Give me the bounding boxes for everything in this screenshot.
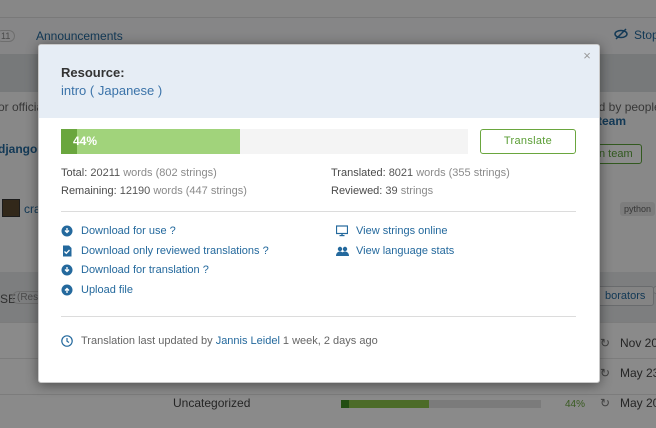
stat-reviewed: Reviewed: 39 strings [331,185,433,197]
stat-remaining-words: 12190 [119,185,151,197]
download-circle-icon [61,264,73,276]
stat-reviewed-strings: 39 [385,185,398,197]
document-check-icon [61,245,73,257]
last-updated-footer: Translation last updated by Jannis Leide… [61,335,378,347]
open-paren: ( [89,83,95,98]
resource-label: Resource: [61,65,125,80]
view-language-stats-label: View language stats [356,245,455,257]
stat-reviewed-label: Reviewed: [331,185,383,197]
progress-percent: 44% [73,134,98,148]
stat-remaining-words-unit: words [153,185,183,197]
upload-circle-icon [61,284,73,296]
stat-translated-label: Translated: [331,167,386,179]
language-link[interactable]: Japanese [98,83,154,98]
users-icon [336,245,349,257]
view-strings-online-label: View strings online [356,225,448,237]
resource-modal: × Resource: intro ( Japanese ) 44% Trans… [38,44,600,383]
close-icon[interactable]: × [581,49,593,62]
stat-translated-strings: (355 strings) [448,167,510,179]
download-reviewed-link[interactable]: Download only reviewed translations ? [61,245,269,257]
download-for-translation-link[interactable]: Download for translation ? [61,264,209,276]
stat-remaining: Remaining: 12190 words (447 strings) [61,185,247,197]
stat-translated-words: 8021 [388,167,414,179]
translate-button[interactable]: Translate [480,129,576,154]
divider [61,316,576,317]
monitor-icon [335,225,349,237]
last-updated-user-link[interactable]: Jannis Leidel [216,335,280,347]
stat-total-words: 20211 [90,167,121,179]
stat-reviewed-strings-unit: strings [400,185,434,197]
download-reviewed-label: Download only reviewed translations [81,245,260,257]
view-language-stats-link[interactable]: View language stats [336,245,454,257]
resource-subtitle: intro ( Japanese ) [61,83,162,98]
modal-header: × Resource: intro ( Japanese ) [39,45,599,118]
download-circle-icon [61,225,73,237]
divider [61,211,576,212]
stat-translated-words-unit: words [416,167,446,179]
close-paren: ) [157,83,163,98]
download-for-use-link[interactable]: Download for use ? [61,225,176,237]
stat-total-words-unit: words [123,167,153,179]
stat-total: Total: 20211 words (802 strings) [61,167,217,179]
stat-translated: Translated: 8021 words (355 strings) [331,167,510,179]
last-updated-prefix: Translation last updated by [81,335,213,347]
download-for-translation-label: Download for translation [81,264,200,276]
stat-total-label: Total: [61,167,88,179]
view-strings-online-link[interactable]: View strings online [335,225,448,237]
upload-file-label: Upload file [81,284,133,296]
help-mark[interactable]: ? [203,264,209,276]
stat-total-strings: (802 strings) [155,167,217,179]
translation-progress-bar: 44% [61,129,468,154]
download-for-use-label: Download for use [81,225,167,237]
help-mark[interactable]: ? [170,225,176,237]
stat-remaining-label: Remaining: [61,185,117,197]
help-mark[interactable]: ? [263,245,269,257]
clock-icon [61,335,73,347]
upload-file-link[interactable]: Upload file [61,284,133,296]
resource-name-link[interactable]: intro [61,83,86,98]
last-updated-time: 1 week, 2 days ago [282,335,378,347]
stat-remaining-strings: (447 strings) [185,185,247,197]
